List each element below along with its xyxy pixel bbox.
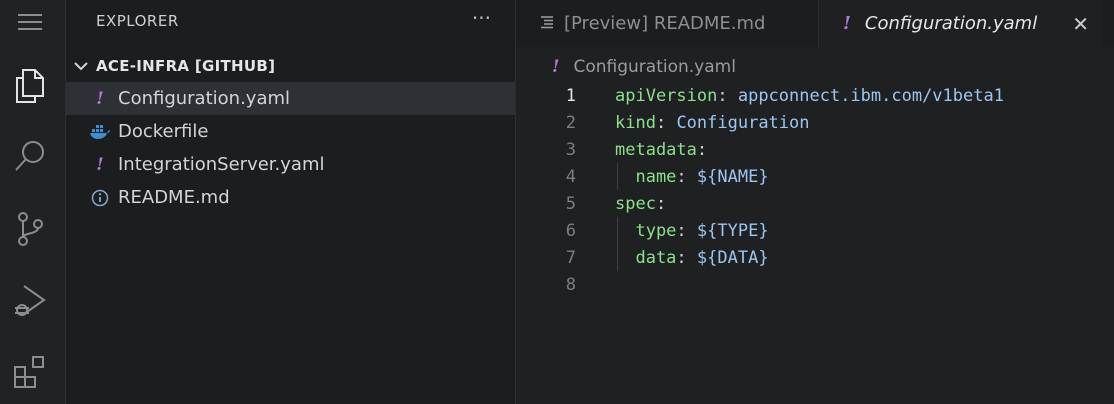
- preview-icon: [540, 13, 554, 34]
- code-line: 6 type: ${TYPE}: [516, 217, 1114, 244]
- code-line: 4 name: ${NAME}: [516, 163, 1114, 190]
- yaml-key: data: [615, 247, 677, 268]
- yaml-key: apiVersion: [615, 85, 718, 106]
- yaml-icon: !: [552, 57, 560, 77]
- code-line: 8: [516, 271, 1114, 298]
- yaml-key: name: [615, 166, 677, 187]
- file-name: README.md: [118, 187, 230, 208]
- file-name: IntegrationServer.yaml: [118, 154, 325, 175]
- yaml-value: ${NAME}: [686, 166, 769, 187]
- line-number: 1: [565, 85, 576, 106]
- yaml-icon: !: [96, 88, 104, 109]
- chevron-down-icon: [66, 61, 96, 71]
- line-number: 7: [565, 247, 576, 268]
- extensions-icon[interactable]: [10, 352, 50, 392]
- tab-readme-preview[interactable]: [Preview] README.md: [516, 0, 819, 47]
- tab-label: [Preview] README.md: [564, 13, 766, 34]
- activity-bar: [0, 0, 66, 404]
- explorer-sidebar: EXPLORER ··· ACE-INFRA [GITHUB] ! Config…: [66, 0, 516, 404]
- run-debug-icon[interactable]: [10, 280, 50, 320]
- file-name: Dockerfile: [118, 121, 209, 142]
- code-line: 1 apiVersion: appconnect.ibm.com/v1beta1: [516, 82, 1114, 109]
- code-line: 5 spec:: [516, 190, 1114, 217]
- tab-configuration[interactable]: ! Configuration.yaml ✕: [819, 0, 1103, 47]
- yaml-value: ${TYPE}: [686, 220, 769, 241]
- yaml-key: type: [615, 220, 677, 241]
- folder-header[interactable]: ACE-INFRA [GITHUB]: [66, 54, 515, 78]
- line-number: 2: [565, 112, 576, 133]
- more-actions-icon[interactable]: ···: [472, 6, 491, 30]
- docker-icon: [88, 124, 112, 140]
- yaml-icon: !: [96, 154, 104, 175]
- breadcrumb-file: Configuration.yaml: [573, 57, 736, 77]
- close-icon[interactable]: ✕: [1072, 12, 1089, 36]
- code-line: 7 data: ${DATA}: [516, 244, 1114, 271]
- yaml-value: appconnect.ibm.com/v1beta1: [727, 85, 1004, 106]
- file-item-integrationserver[interactable]: ! IntegrationServer.yaml: [66, 148, 515, 181]
- editor-tabs: [Preview] README.md ! Configuration.yaml…: [516, 0, 1114, 47]
- file-item-readme[interactable]: README.md: [66, 181, 515, 214]
- menu-icon[interactable]: [10, 2, 50, 42]
- explorer-title: EXPLORER: [96, 12, 179, 30]
- code-line: 2 kind: Configuration: [516, 109, 1114, 136]
- line-number: 8: [565, 274, 576, 295]
- file-item-configuration[interactable]: ! Configuration.yaml: [66, 82, 515, 115]
- yaml-key: kind: [615, 112, 656, 133]
- file-name: Configuration.yaml: [118, 88, 291, 109]
- file-item-dockerfile[interactable]: Dockerfile: [66, 115, 515, 148]
- code-line: 3 metadata:: [516, 136, 1114, 163]
- yaml-key: spec: [615, 193, 656, 214]
- yaml-value: Configuration: [666, 112, 810, 133]
- line-number: 5: [565, 193, 576, 214]
- yaml-icon: !: [843, 13, 851, 34]
- code-editor[interactable]: 1 apiVersion: appconnect.ibm.com/v1beta1…: [516, 82, 1114, 404]
- files-icon[interactable]: [10, 66, 50, 106]
- line-number: 4: [565, 166, 576, 187]
- breadcrumb[interactable]: ! Configuration.yaml: [516, 54, 736, 80]
- folder-name: ACE-INFRA [GITHUB]: [96, 57, 276, 75]
- yaml-key: metadata: [615, 139, 697, 160]
- yaml-value: ${DATA}: [686, 247, 769, 268]
- tab-label: Configuration.yaml: [864, 13, 1038, 34]
- info-icon: [88, 189, 112, 207]
- search-icon[interactable]: [10, 136, 50, 176]
- line-number: 3: [565, 139, 576, 160]
- source-control-icon[interactable]: [10, 209, 50, 249]
- line-number: 6: [565, 220, 576, 241]
